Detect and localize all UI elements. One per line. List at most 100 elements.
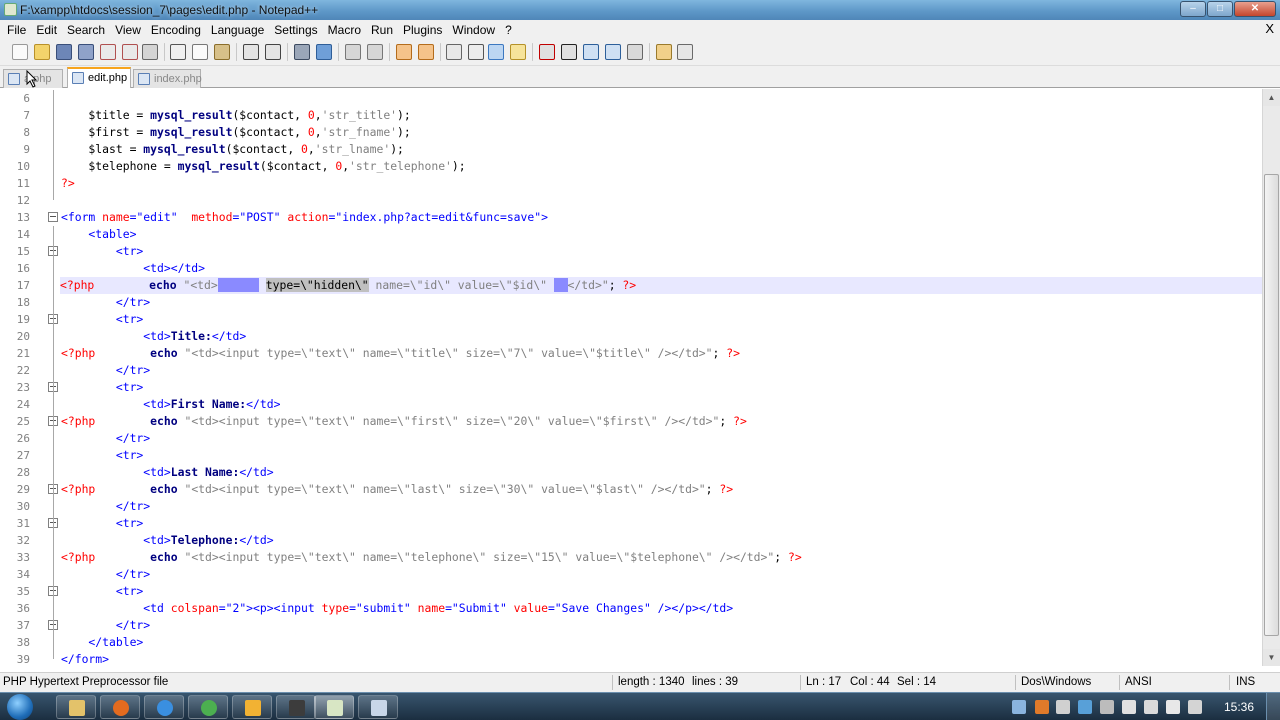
- code-line[interactable]: </form>: [61, 651, 109, 666]
- paste-icon[interactable]: [214, 44, 230, 60]
- menu-view[interactable]: View: [110, 20, 146, 40]
- code-line[interactable]: </tr>: [61, 362, 150, 379]
- close-document-x[interactable]: X: [1265, 21, 1274, 36]
- code-line[interactable]: <tr>: [61, 379, 143, 396]
- keyboard-icon[interactable]: [1188, 700, 1202, 714]
- maximize-button[interactable]: □: [1207, 1, 1233, 17]
- undo-icon[interactable]: [243, 44, 259, 60]
- taskbar-window[interactable]: [358, 695, 398, 719]
- code-line[interactable]: </tr>: [61, 566, 150, 583]
- scroll-down-arrow-icon[interactable]: ▼: [1263, 649, 1280, 666]
- tab-index-php[interactable]: index.php: [133, 69, 202, 88]
- vertical-scrollbar[interactable]: ▲ ▼: [1262, 89, 1280, 666]
- flag-icon[interactable]: [1122, 700, 1136, 714]
- taskbar-firefox[interactable]: [100, 695, 140, 719]
- code-line[interactable]: <td>Title:</td>: [61, 328, 246, 345]
- code-editor[interactable]: 6 7 8 9 10 11 12 13 14 15 16 17 18 19 20 21 22 23 24 25 26 27…: [0, 89, 1262, 666]
- replace-icon[interactable]: [316, 44, 332, 60]
- close-all-icon[interactable]: [122, 44, 138, 60]
- code-line[interactable]: <tr>: [61, 311, 143, 328]
- close-button[interactable]: ✕: [1234, 1, 1276, 17]
- new-file-icon[interactable]: [12, 44, 28, 60]
- tab-edit-php[interactable]: edit.php: [67, 67, 131, 88]
- show-hidden-icons-icon[interactable]: [1100, 700, 1114, 714]
- minimize-button[interactable]: –: [1180, 1, 1206, 17]
- menu-file[interactable]: File: [2, 20, 31, 40]
- menu-macro[interactable]: Macro: [323, 20, 366, 40]
- menu-encoding[interactable]: Encoding: [146, 20, 206, 40]
- zoom-out-icon[interactable]: [367, 44, 383, 60]
- save-all-icon[interactable]: [78, 44, 94, 60]
- copy-icon[interactable]: [192, 44, 208, 60]
- tray-icon[interactable]: [1078, 700, 1092, 714]
- code-line[interactable]: <tr>: [61, 583, 143, 600]
- start-button[interactable]: [7, 694, 33, 720]
- cut-icon[interactable]: [170, 44, 186, 60]
- menu-plugins[interactable]: Plugins: [398, 20, 447, 40]
- show-desktop-button[interactable]: [1266, 693, 1280, 720]
- code-line[interactable]: $first = mysql_result($contact, 0,'str_f…: [61, 124, 410, 141]
- taskbar-clock[interactable]: 15:36: [1224, 693, 1254, 720]
- spell-check-icon[interactable]: [656, 44, 672, 60]
- code-line[interactable]: <?php echo "<td><input type=\"text\" nam…: [61, 413, 747, 430]
- record-macro-icon[interactable]: [539, 44, 555, 60]
- menu-help[interactable]: ?: [500, 20, 517, 40]
- tray-icon[interactable]: [1035, 700, 1049, 714]
- tray-icon[interactable]: [1056, 700, 1070, 714]
- word-wrap-icon[interactable]: [446, 44, 462, 60]
- code-line[interactable]: <?php echo "<td><input type=\"text\" nam…: [61, 481, 733, 498]
- abc-icon[interactable]: [677, 44, 693, 60]
- stop-macro-icon[interactable]: [561, 44, 577, 60]
- code-line[interactable]: </tr>: [61, 294, 150, 311]
- code-line[interactable]: <td>Last Name:</td>: [61, 464, 273, 481]
- sync-vertical-icon[interactable]: [396, 44, 412, 60]
- zoom-in-icon[interactable]: [345, 44, 361, 60]
- fold-toggle-icon[interactable]: [48, 212, 58, 222]
- taskbar-explorer[interactable]: [56, 695, 96, 719]
- code-line[interactable]: <table>: [61, 226, 136, 243]
- menu-language[interactable]: Language: [206, 20, 269, 40]
- code-line[interactable]: </tr>: [61, 498, 150, 515]
- taskbar-notepadpp[interactable]: [314, 695, 354, 719]
- open-file-icon[interactable]: [34, 44, 50, 60]
- menu-window[interactable]: Window: [447, 20, 500, 40]
- code-line[interactable]: </tr>: [61, 430, 150, 447]
- scroll-up-arrow-icon[interactable]: ▲: [1263, 89, 1280, 106]
- code-line[interactable]: <?php echo "<td><input type=\"text\" nam…: [61, 345, 740, 362]
- menu-edit[interactable]: Edit: [31, 20, 62, 40]
- save-icon[interactable]: [56, 44, 72, 60]
- scrollbar-thumb[interactable]: [1264, 174, 1279, 636]
- network-icon[interactable]: [1144, 700, 1158, 714]
- code-line[interactable]: <tr>: [61, 243, 143, 260]
- close-icon[interactable]: [100, 44, 116, 60]
- code-line[interactable]: </table>: [61, 634, 143, 651]
- code-line[interactable]: $last = mysql_result($contact, 0,'str_ln…: [61, 141, 403, 158]
- code-line[interactable]: <td></td>: [61, 260, 205, 277]
- save-macro-icon[interactable]: [627, 44, 643, 60]
- code-line[interactable]: <tr>: [61, 447, 143, 464]
- volume-icon[interactable]: [1166, 700, 1180, 714]
- code-line[interactable]: <td>First Name:</td>: [61, 396, 280, 413]
- taskbar-terminal[interactable]: [276, 695, 316, 719]
- print-icon[interactable]: [142, 44, 158, 60]
- code-line[interactable]: ?>: [61, 175, 75, 192]
- code-line[interactable]: <td>Telephone:</td>: [61, 532, 273, 549]
- find-icon[interactable]: [294, 44, 310, 60]
- code-line[interactable]: $telephone = mysql_result($contact, 0,'s…: [61, 158, 465, 175]
- code-line[interactable]: <td colspan="2"><p><input type="submit" …: [61, 600, 733, 617]
- menu-settings[interactable]: Settings: [269, 20, 322, 40]
- code-line[interactable]: $title = mysql_result($contact, 0,'str_t…: [61, 107, 410, 124]
- code-line[interactable]: </tr>: [61, 617, 150, 634]
- show-all-chars-icon[interactable]: [468, 44, 484, 60]
- code-line[interactable]: <tr>: [61, 515, 143, 532]
- play-macro-icon[interactable]: [583, 44, 599, 60]
- redo-icon[interactable]: [265, 44, 281, 60]
- taskbar-media[interactable]: [232, 695, 272, 719]
- sync-horizontal-icon[interactable]: [418, 44, 434, 60]
- indent-guide-icon[interactable]: [488, 44, 504, 60]
- taskbar-ie[interactable]: [144, 695, 184, 719]
- code-line[interactable]: <form name="edit" method="POST" action="…: [61, 209, 548, 226]
- menu-run[interactable]: Run: [366, 20, 398, 40]
- user-lang-icon[interactable]: [510, 44, 526, 60]
- code-line[interactable]: <?php echo "<td><input type=\"text\" nam…: [61, 549, 802, 566]
